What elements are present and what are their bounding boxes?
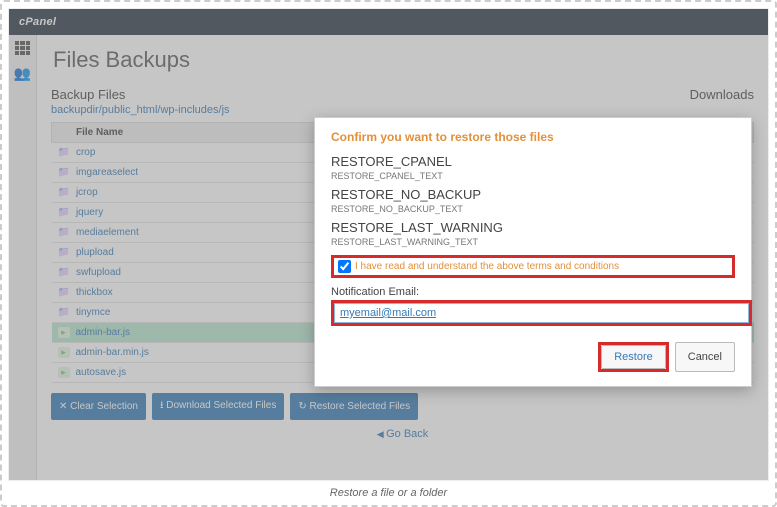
modal-heading-nobackup: RESTORE_NO_BACKUP: [331, 187, 735, 202]
modal-title: Confirm you want to restore those files: [331, 130, 735, 144]
modal-text-lastwarning: RESTORE_LAST_WARNING_TEXT: [331, 237, 735, 247]
restore-button[interactable]: Restore: [601, 345, 666, 369]
modal-text-nobackup: RESTORE_NO_BACKUP_TEXT: [331, 204, 735, 214]
modal-heading-cpanel: RESTORE_CPANEL: [331, 154, 735, 169]
restore-confirm-modal: Confirm you want to restore those files …: [314, 117, 752, 387]
notification-email-input[interactable]: [334, 303, 749, 323]
terms-checkbox[interactable]: [338, 260, 351, 273]
terms-label[interactable]: I have read and understand the above ter…: [355, 261, 619, 272]
figure-caption: Restore a file or a folder: [8, 487, 769, 499]
notification-email-label: Notification Email:: [331, 286, 735, 298]
modal-text-cpanel: RESTORE_CPANEL_TEXT: [331, 171, 735, 181]
cancel-button[interactable]: Cancel: [675, 342, 735, 372]
modal-heading-lastwarning: RESTORE_LAST_WARNING: [331, 220, 735, 235]
